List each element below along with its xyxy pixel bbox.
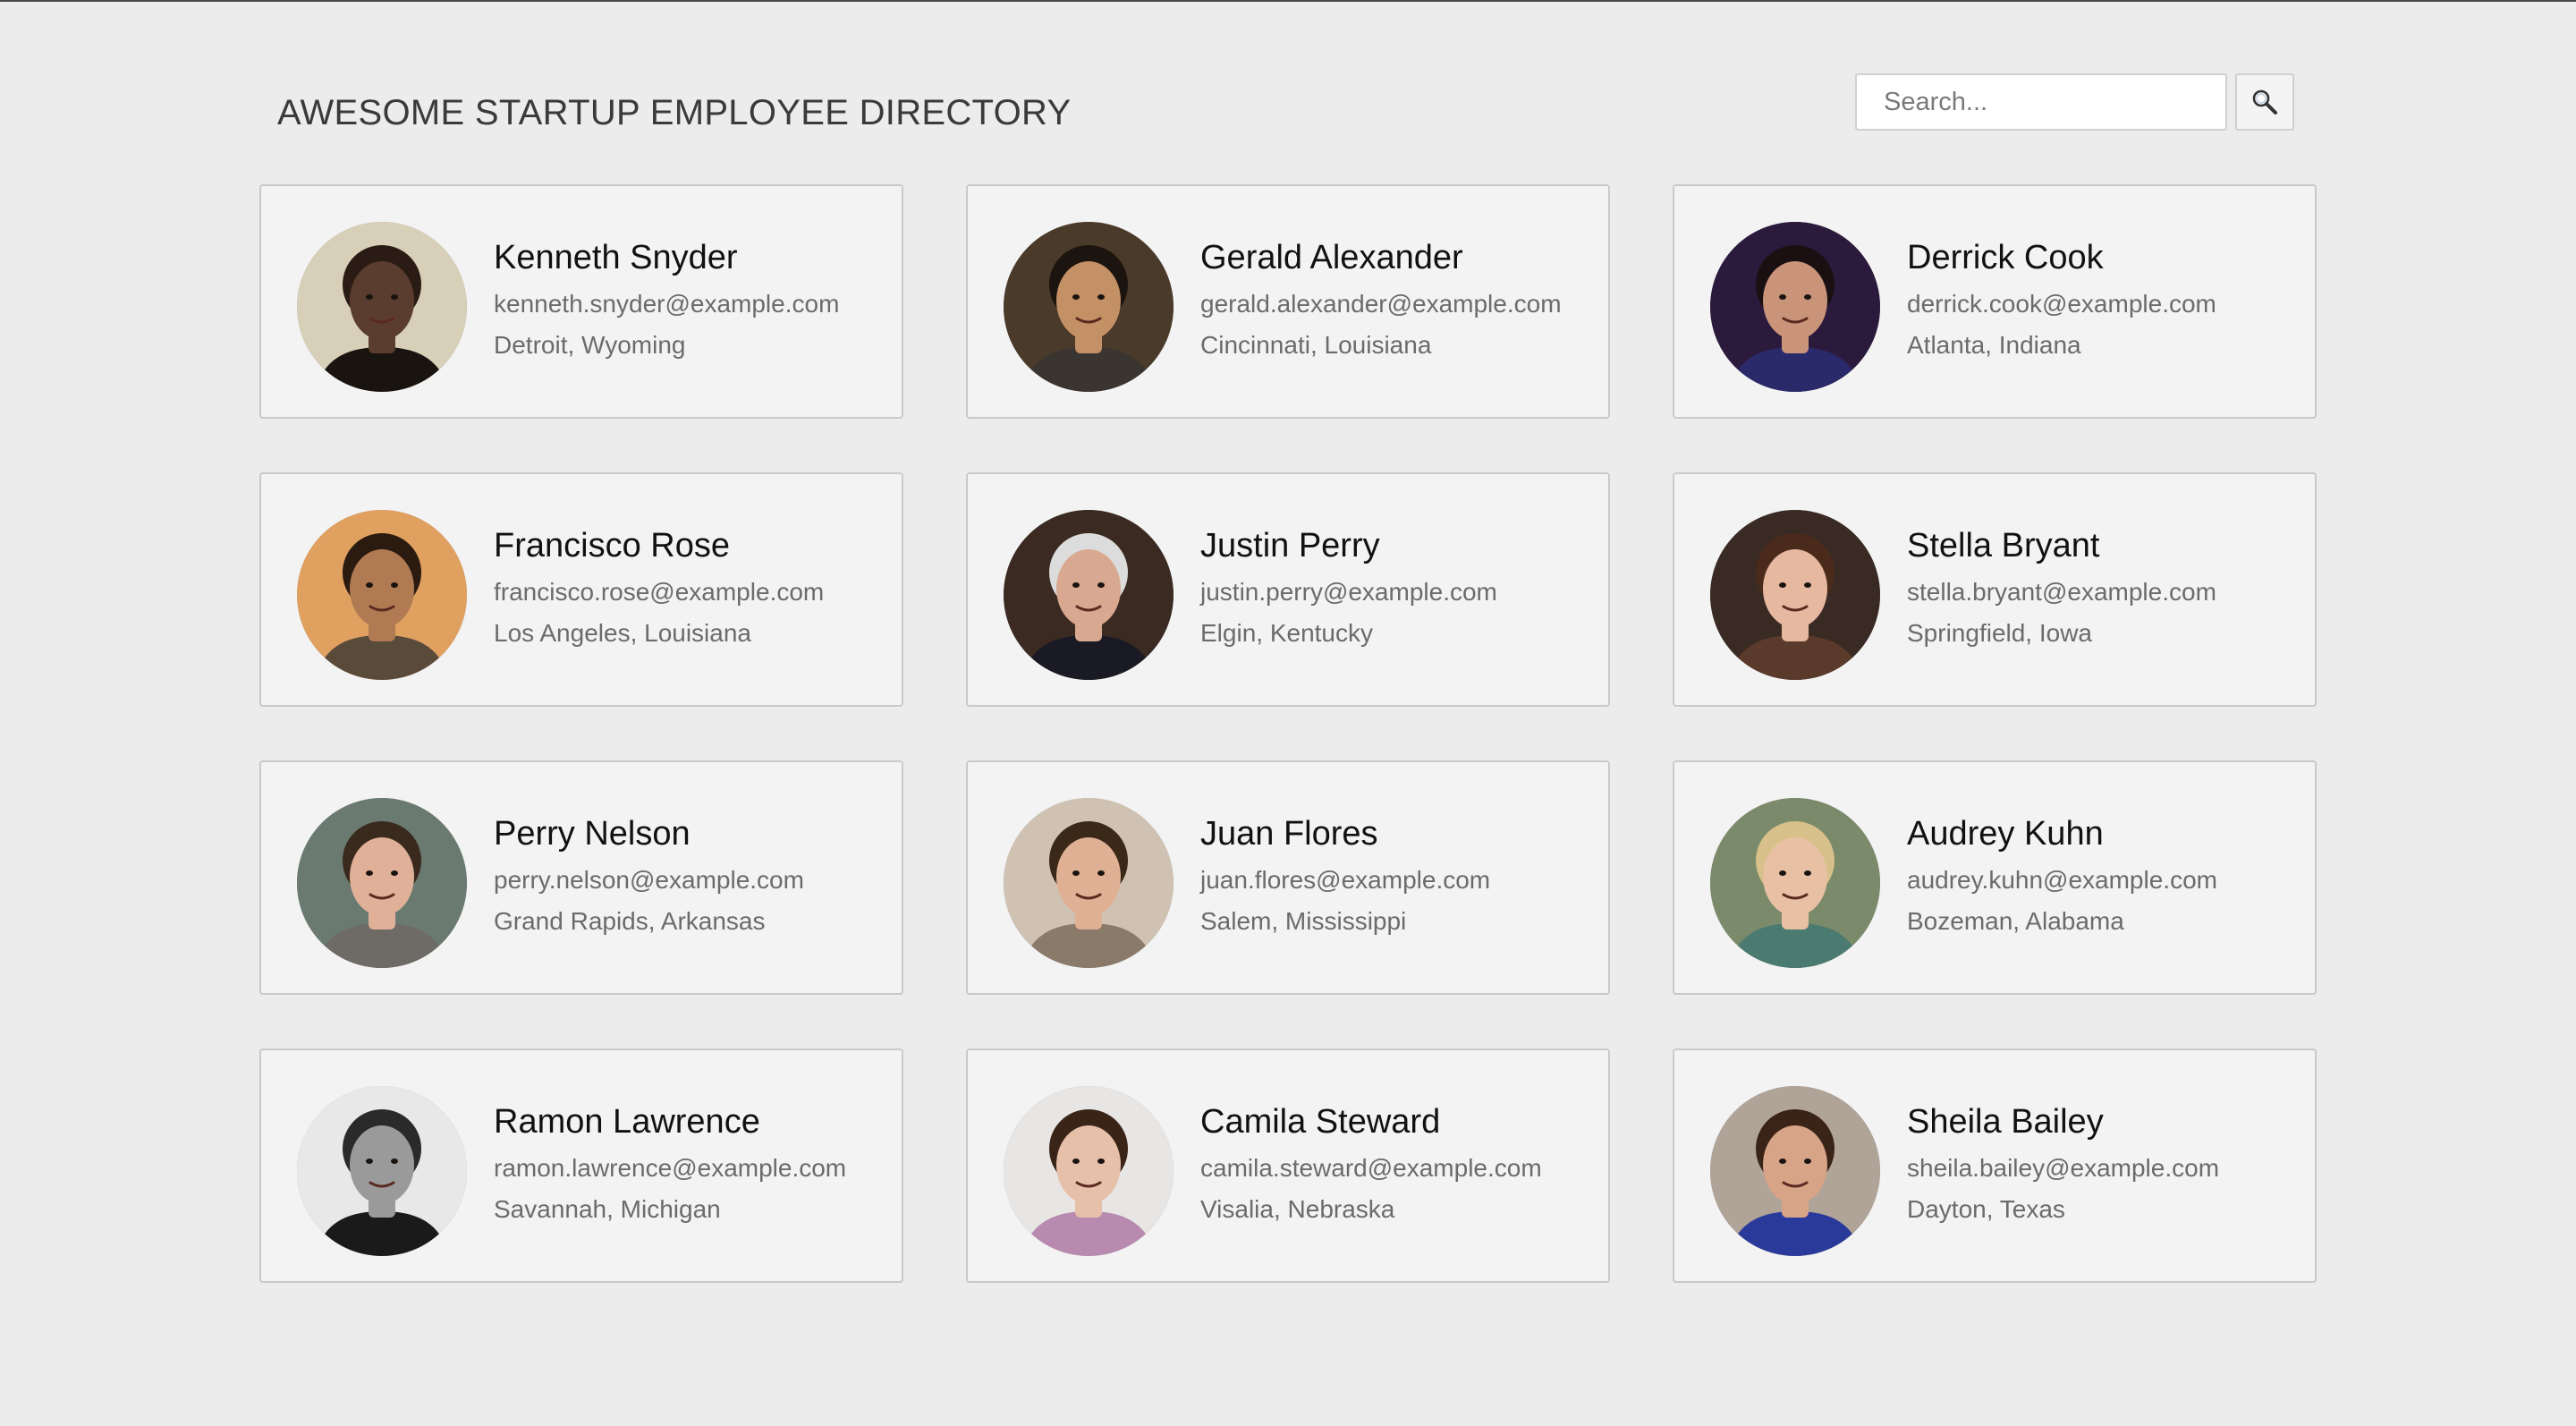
employee-location: Salem, Mississippi xyxy=(1200,907,1407,935)
search-form xyxy=(1855,73,2294,131)
employee-card[interactable]: Gerald Alexander gerald.alexander@exampl… xyxy=(966,184,1610,419)
employee-location: Grand Rapids, Arkansas xyxy=(494,907,766,935)
avatar xyxy=(1004,510,1174,680)
avatar-image xyxy=(297,510,467,680)
employee-card[interactable]: Camila Steward camila.steward@example.co… xyxy=(966,1048,1610,1283)
employee-location: Atlanta, Indiana xyxy=(1907,331,2081,359)
employee-location: Savannah, Michigan xyxy=(494,1195,721,1223)
avatar xyxy=(297,1086,467,1256)
employee-name: Francisco Rose xyxy=(494,527,730,564)
avatar xyxy=(1710,1086,1880,1256)
avatar xyxy=(1710,222,1880,392)
employee-info: Juan Flores juan.flores@example.com Sale… xyxy=(1200,812,1599,939)
employee-card[interactable]: Perry Nelson perry.nelson@example.com Gr… xyxy=(259,760,903,995)
employee-card[interactable]: Ramon Lawrence ramon.lawrence@example.co… xyxy=(259,1048,903,1283)
employee-email: justin.perry@example.com xyxy=(1200,578,1497,606)
employee-info: Gerald Alexander gerald.alexander@exampl… xyxy=(1200,236,1599,363)
employee-name: Camila Steward xyxy=(1200,1103,1441,1141)
employee-card[interactable]: Francisco Rose francisco.rose@example.co… xyxy=(259,472,903,707)
employee-card[interactable]: Kenneth Snyder kenneth.snyder@example.co… xyxy=(259,184,903,419)
employee-name: Stella Bryant xyxy=(1907,527,2100,564)
avatar xyxy=(1004,1086,1174,1256)
employee-name: Audrey Kuhn xyxy=(1907,815,2104,853)
avatar-image xyxy=(1004,222,1174,392)
avatar xyxy=(297,222,467,392)
employee-email: francisco.rose@example.com xyxy=(494,578,825,606)
avatar xyxy=(1710,798,1880,968)
employee-info: Francisco Rose francisco.rose@example.co… xyxy=(494,524,893,651)
avatar-image xyxy=(1004,1086,1174,1256)
employee-info: Derrick Cook derrick.cook@example.com At… xyxy=(1907,236,2306,363)
employee-location: Visalia, Nebraska xyxy=(1200,1195,1395,1223)
employee-email: juan.flores@example.com xyxy=(1200,866,1491,894)
avatar-image xyxy=(1710,1086,1880,1256)
avatar-image xyxy=(1004,510,1174,680)
employee-name: Kenneth Snyder xyxy=(494,239,738,276)
employee-card[interactable]: Audrey Kuhn audrey.kuhn@example.com Boze… xyxy=(1673,760,2317,995)
employee-card[interactable]: Derrick Cook derrick.cook@example.com At… xyxy=(1673,184,2317,419)
employee-email: stella.bryant@example.com xyxy=(1907,578,2216,606)
search-input[interactable] xyxy=(1855,73,2227,131)
employee-location: Los Angeles, Louisiana xyxy=(494,619,751,647)
avatar-image xyxy=(297,222,467,392)
employee-location: Detroit, Wyoming xyxy=(494,331,686,359)
employee-info: Stella Bryant stella.bryant@example.com … xyxy=(1907,524,2306,651)
employee-name: Gerald Alexander xyxy=(1200,239,1463,276)
employee-location: Springfield, Iowa xyxy=(1907,619,2093,647)
employee-email: ramon.lawrence@example.com xyxy=(494,1154,847,1182)
search-button[interactable] xyxy=(2235,73,2294,131)
avatar xyxy=(1004,798,1174,968)
employee-grid: Kenneth Snyder kenneth.snyder@example.co… xyxy=(259,184,2317,1283)
avatar xyxy=(1004,222,1174,392)
employee-name: Juan Flores xyxy=(1200,815,1378,853)
employee-name: Derrick Cook xyxy=(1907,239,2104,276)
avatar-image xyxy=(297,1086,467,1256)
employee-info: Kenneth Snyder kenneth.snyder@example.co… xyxy=(494,236,893,363)
employee-name: Perry Nelson xyxy=(494,815,691,853)
employee-location: Elgin, Kentucky xyxy=(1200,619,1373,647)
employee-card[interactable]: Juan Flores juan.flores@example.com Sale… xyxy=(966,760,1610,995)
avatar-image xyxy=(297,798,467,968)
employee-location: Cincinnati, Louisiana xyxy=(1200,331,1432,359)
employee-info: Sheila Bailey sheila.bailey@example.com … xyxy=(1907,1100,2306,1227)
employee-location: Bozeman, Alabama xyxy=(1907,907,2124,935)
avatar xyxy=(297,510,467,680)
page-title: AWESOME STARTUP EMPLOYEE DIRECTORY xyxy=(277,93,1072,132)
avatar xyxy=(1710,510,1880,680)
employee-info: Audrey Kuhn audrey.kuhn@example.com Boze… xyxy=(1907,812,2306,939)
employee-email: derrick.cook@example.com xyxy=(1907,290,2216,318)
employee-email: kenneth.snyder@example.com xyxy=(494,290,840,318)
avatar-image xyxy=(1710,222,1880,392)
employee-card[interactable]: Stella Bryant stella.bryant@example.com … xyxy=(1673,472,2317,707)
employee-email: camila.steward@example.com xyxy=(1200,1154,1542,1182)
avatar xyxy=(297,798,467,968)
employee-email: sheila.bailey@example.com xyxy=(1907,1154,2220,1182)
employee-card[interactable]: Sheila Bailey sheila.bailey@example.com … xyxy=(1673,1048,2317,1283)
employee-card[interactable]: Justin Perry justin.perry@example.com El… xyxy=(966,472,1610,707)
avatar-image xyxy=(1710,510,1880,680)
employee-email: perry.nelson@example.com xyxy=(494,866,804,894)
employee-name: Sheila Bailey xyxy=(1907,1103,2104,1141)
page-header: AWESOME STARTUP EMPLOYEE DIRECTORY xyxy=(0,2,2576,181)
employee-info: Justin Perry justin.perry@example.com El… xyxy=(1200,524,1599,651)
employee-info: Ramon Lawrence ramon.lawrence@example.co… xyxy=(494,1100,893,1227)
magnifier-icon xyxy=(2252,89,2277,115)
employee-location: Dayton, Texas xyxy=(1907,1195,2065,1223)
employee-info: Perry Nelson perry.nelson@example.com Gr… xyxy=(494,812,893,939)
employee-email: gerald.alexander@example.com xyxy=(1200,290,1562,318)
employee-email: audrey.kuhn@example.com xyxy=(1907,866,2217,894)
employee-info: Camila Steward camila.steward@example.co… xyxy=(1200,1100,1599,1227)
avatar-image xyxy=(1004,798,1174,968)
avatar-image xyxy=(1710,798,1880,968)
employee-name: Justin Perry xyxy=(1200,527,1380,564)
employee-name: Ramon Lawrence xyxy=(494,1103,760,1141)
